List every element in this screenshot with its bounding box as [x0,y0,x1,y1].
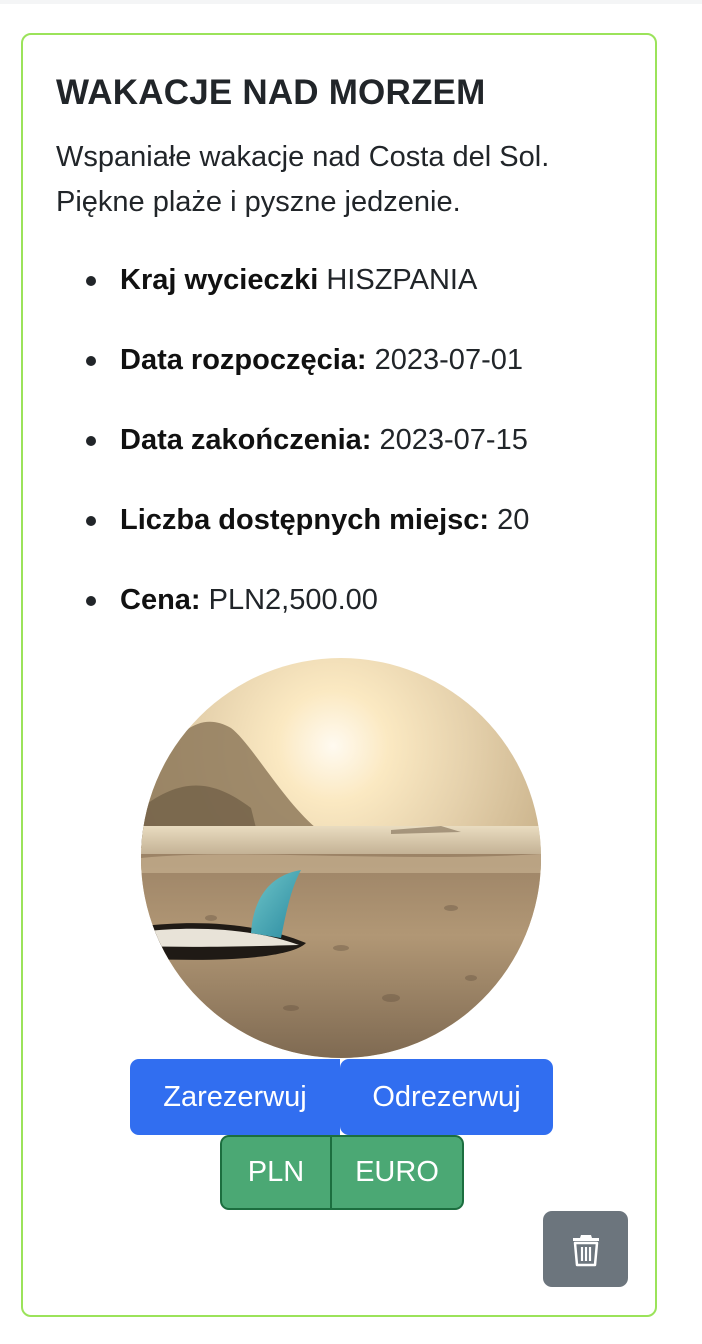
trip-details-list: Kraj wycieczki HISZPANIA Data rozpoczęci… [56,257,529,657]
detail-value: 2023-07-15 [379,424,528,456]
unreserve-button[interactable]: Odrezerwuj [340,1059,553,1135]
detail-value: HISZPANIA [326,264,478,296]
detail-value: 20 [497,504,530,536]
reserve-button[interactable]: Zarezerwuj [130,1059,340,1135]
detail-label: Cena: [120,584,201,616]
trip-photo [141,658,541,1058]
detail-price: Cena: PLN2,500.00 [56,577,529,657]
beach-sunset-image [141,658,541,1058]
trash-icon [573,1235,599,1267]
detail-label: Data zakończenia: [120,424,372,456]
detail-end-date: Data zakończenia: 2023-07-15 [56,417,529,497]
detail-label: Liczba dostępnych miejsc: [120,504,490,536]
detail-value: 2023-07-01 [374,344,523,376]
currency-pln-button[interactable]: PLN [220,1135,331,1210]
bullet-icon [86,356,96,366]
bullet-icon [86,436,96,446]
page-top-strip [0,0,702,4]
currency-euro-button[interactable]: EURO [331,1135,464,1210]
detail-value: PLN2,500.00 [208,584,378,616]
trip-description: Wspaniałe wakacje nad Costa del Sol. Pię… [56,141,550,218]
bullet-icon [86,596,96,606]
detail-start-date: Data rozpoczęcia: 2023-07-01 [56,337,529,417]
detail-country: Kraj wycieczki HISZPANIA [56,257,529,337]
trip-title: WAKACJE NAD MORZEM [56,73,486,112]
bullet-icon [86,516,96,526]
detail-available-seats: Liczba dostępnych miejsc: 20 [56,497,529,577]
delete-button[interactable] [543,1211,628,1287]
detail-label: Data rozpoczęcia: [120,344,367,376]
trip-card: WAKACJE NAD MORZEM Wspaniałe wakacje nad… [21,33,657,1317]
detail-label: Kraj wycieczki [120,264,319,296]
bullet-icon [86,276,96,286]
